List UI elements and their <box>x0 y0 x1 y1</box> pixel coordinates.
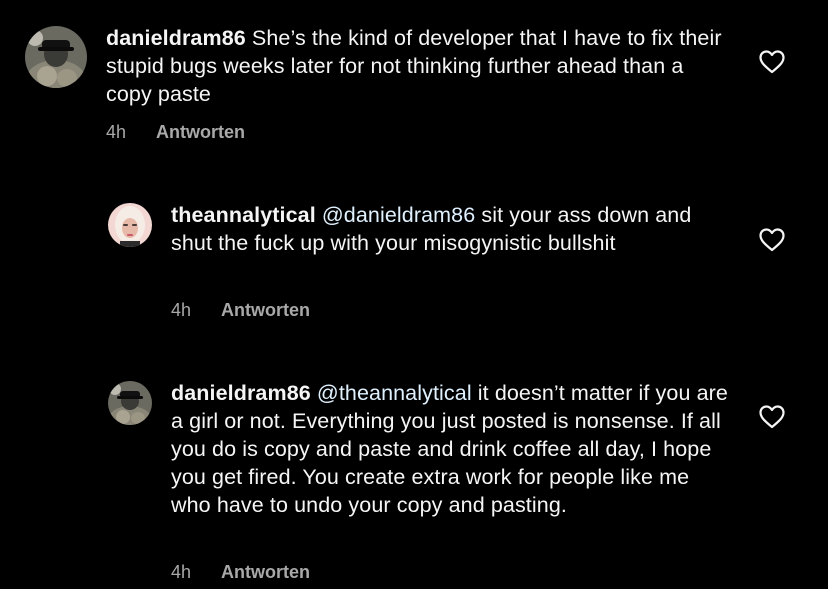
heart-icon[interactable] <box>759 405 785 429</box>
avatar[interactable] <box>25 26 87 88</box>
profile-photo-dark-icon <box>25 26 87 88</box>
profile-photo-dark-icon <box>108 381 152 425</box>
comment-meta: 4h Antworten <box>171 562 310 583</box>
comment-meta: 4h Antworten <box>106 122 245 143</box>
profile-photo-light-icon <box>108 203 152 247</box>
timestamp: 4h <box>171 562 192 582</box>
heart-icon[interactable] <box>759 228 785 252</box>
heart-icon[interactable] <box>759 50 785 74</box>
comment-meta: 4h Antworten <box>171 300 310 321</box>
reply-button[interactable]: Antworten <box>156 122 245 142</box>
timestamp: 4h <box>106 122 127 142</box>
comment-text: theannalytical @danieldram86 sit your as… <box>171 201 731 257</box>
timestamp: 4h <box>171 300 192 320</box>
username[interactable]: theannalytical <box>171 203 316 227</box>
mention-link[interactable]: @theannalytical <box>311 381 472 405</box>
avatar[interactable] <box>108 381 152 425</box>
mention-link[interactable]: @danieldram86 <box>316 203 475 227</box>
comment-text: danieldram86 @theannalytical it doesn’t … <box>171 379 731 519</box>
comment-text: danieldram86 She’s the kind of developer… <box>106 24 726 108</box>
username[interactable]: danieldram86 <box>106 26 246 50</box>
avatar[interactable] <box>108 203 152 247</box>
username[interactable]: danieldram86 <box>171 381 311 405</box>
reply-button[interactable]: Antworten <box>221 562 310 582</box>
reply-button[interactable]: Antworten <box>221 300 310 320</box>
